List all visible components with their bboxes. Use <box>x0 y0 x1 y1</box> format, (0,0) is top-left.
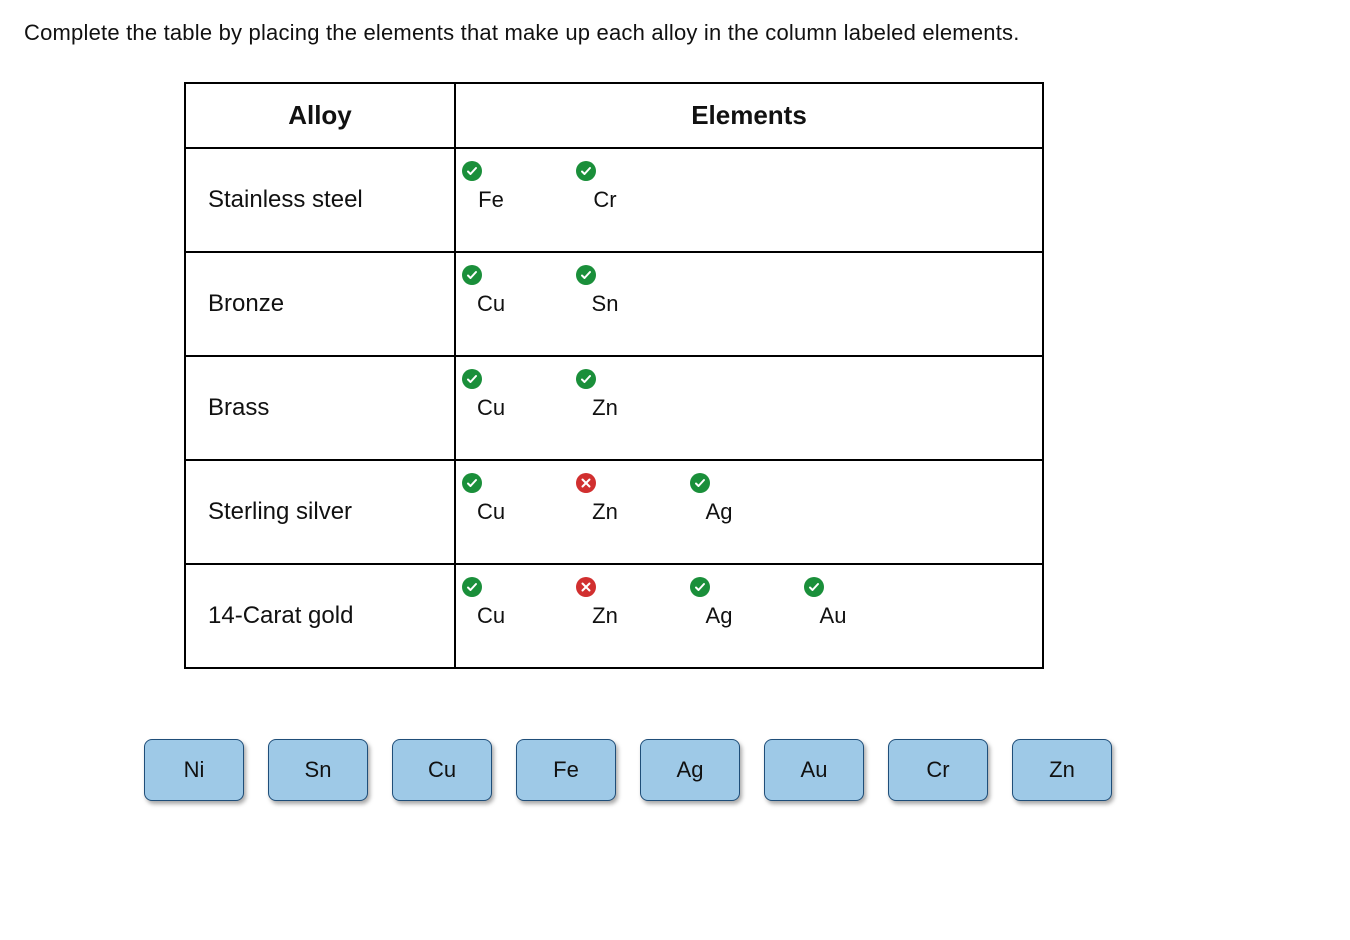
element-symbol: Cu <box>464 291 518 317</box>
placed-element[interactable]: Au <box>806 579 860 629</box>
element-tile[interactable]: Fe <box>516 739 616 801</box>
element-symbol: Au <box>806 603 860 629</box>
alloy-name-cell: Bronze <box>185 252 455 356</box>
elements-drop-zone[interactable]: Cu Zn <box>455 356 1043 460</box>
correct-icon <box>690 577 710 597</box>
element-symbol: Ag <box>692 603 746 629</box>
element-tile[interactable]: Ag <box>640 739 740 801</box>
placed-element[interactable]: Zn <box>578 371 632 421</box>
element-tile[interactable]: Sn <box>268 739 368 801</box>
alloy-name-cell: Sterling silver <box>185 460 455 564</box>
placed-element[interactable]: Cu <box>464 579 518 629</box>
correct-icon <box>576 161 596 181</box>
element-tile[interactable]: Zn <box>1012 739 1112 801</box>
correct-icon <box>576 369 596 389</box>
element-symbol: Zn <box>578 499 632 525</box>
placed-element[interactable]: Zn <box>578 579 632 629</box>
correct-icon <box>576 265 596 285</box>
element-symbol: Cu <box>464 603 518 629</box>
alloy-table: Alloy Elements Stainless steel Fe Cr Bronze… <box>184 82 1044 669</box>
element-symbol: Cr <box>578 187 632 213</box>
elements-drop-zone[interactable]: Cu Zn Ag Au <box>455 564 1043 668</box>
elements-drop-zone[interactable]: Cu Zn Ag <box>455 460 1043 564</box>
placed-element[interactable]: Ag <box>692 475 746 525</box>
placed-element[interactable]: Fe <box>464 163 518 213</box>
placed-element[interactable]: Ag <box>692 579 746 629</box>
correct-icon <box>804 577 824 597</box>
header-elements: Elements <box>455 83 1043 148</box>
placed-element[interactable]: Zn <box>578 475 632 525</box>
alloy-name-cell: 14-Carat gold <box>185 564 455 668</box>
question-prompt: Complete the table by placing the elemen… <box>24 20 1326 46</box>
element-tile[interactable]: Au <box>764 739 864 801</box>
placed-element[interactable]: Sn <box>578 267 632 317</box>
elements-drop-zone[interactable]: Cu Sn <box>455 252 1043 356</box>
element-symbol: Cu <box>464 395 518 421</box>
correct-icon <box>462 161 482 181</box>
element-symbol: Zn <box>578 395 632 421</box>
element-symbol: Ag <box>692 499 746 525</box>
element-tile[interactable]: Cu <box>392 739 492 801</box>
element-choice-bank: Ni Sn Cu Fe Ag Au Cr Zn <box>144 739 1326 801</box>
placed-element[interactable]: Cr <box>578 163 632 213</box>
correct-icon <box>690 473 710 493</box>
wrong-icon <box>576 577 596 597</box>
element-symbol: Fe <box>464 187 518 213</box>
correct-icon <box>462 369 482 389</box>
placed-element[interactable]: Cu <box>464 267 518 317</box>
element-symbol: Cu <box>464 499 518 525</box>
correct-icon <box>462 473 482 493</box>
placed-element[interactable]: Cu <box>464 371 518 421</box>
element-symbol: Zn <box>578 603 632 629</box>
element-tile[interactable]: Ni <box>144 739 244 801</box>
alloy-name-cell: Stainless steel <box>185 148 455 252</box>
placed-element[interactable]: Cu <box>464 475 518 525</box>
element-tile[interactable]: Cr <box>888 739 988 801</box>
header-alloy: Alloy <box>185 83 455 148</box>
elements-drop-zone[interactable]: Fe Cr <box>455 148 1043 252</box>
correct-icon <box>462 265 482 285</box>
correct-icon <box>462 577 482 597</box>
wrong-icon <box>576 473 596 493</box>
alloy-name-cell: Brass <box>185 356 455 460</box>
element-symbol: Sn <box>578 291 632 317</box>
